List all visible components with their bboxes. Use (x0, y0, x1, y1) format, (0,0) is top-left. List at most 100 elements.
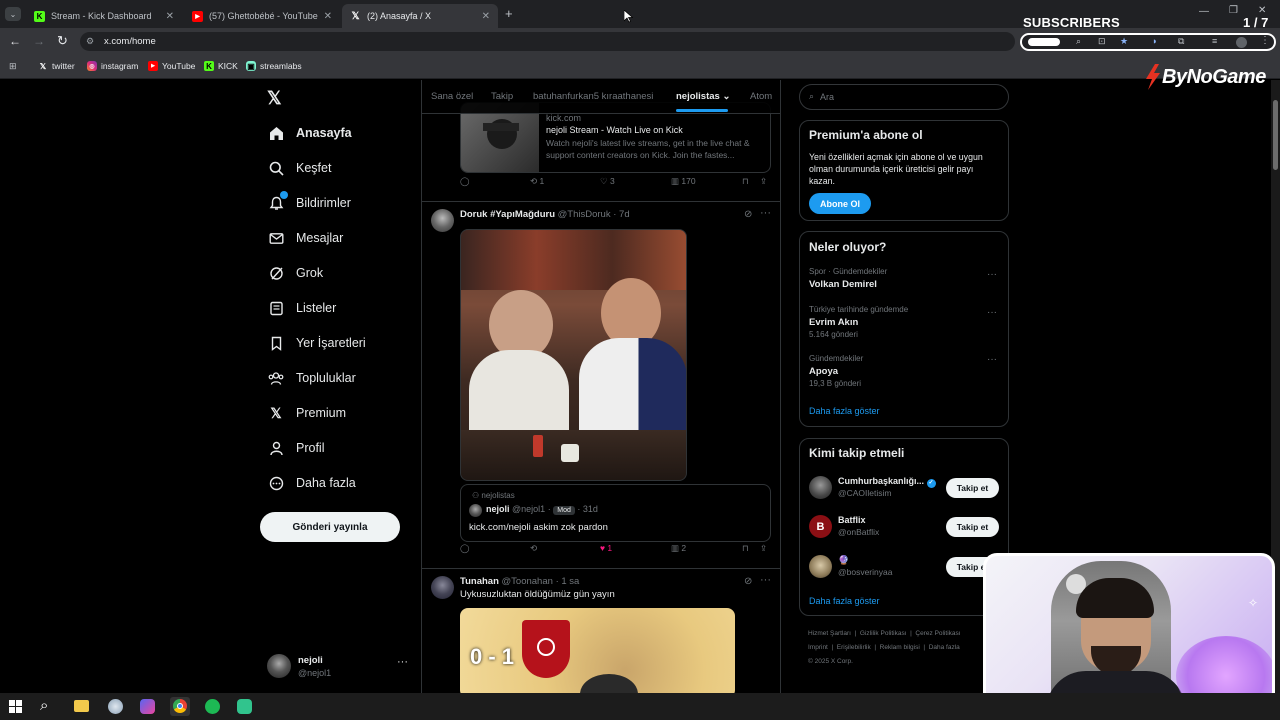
subscribe-button[interactable]: Abone Ol (809, 193, 871, 214)
nav-communities[interactable]: Topluluklar (268, 366, 356, 390)
spotify-icon[interactable] (205, 699, 220, 714)
reload-button[interactable]: ↻ (57, 33, 68, 49)
views-button[interactable]: ▥ 170 (671, 176, 696, 187)
more-icon[interactable]: ··· (760, 574, 771, 586)
bookmark-streamlabs[interactable]: ▣ streamlabs (246, 61, 302, 71)
bookmark-kick[interactable]: K KICK (204, 61, 238, 71)
follow-suggestion[interactable]: B Batflix @onBatflix Takip et (800, 512, 1008, 542)
more-icon[interactable]: ··· (987, 269, 997, 280)
bookmark-star-icon[interactable]: ★ (1120, 36, 1128, 47)
post-time: · 7d (613, 209, 630, 220)
nav-premium[interactable]: 𝕏 Premium (268, 401, 346, 425)
address-field[interactable]: ⚙ x.com/home (80, 32, 1015, 51)
nav-more[interactable]: Daha fazla (268, 471, 356, 495)
nav-home[interactable]: Anasayfa (268, 121, 352, 145)
app-icon[interactable] (140, 699, 155, 714)
windows-taskbar: ⌕ (0, 693, 1280, 720)
post-image[interactable] (460, 229, 687, 481)
close-icon[interactable]: ✕ (482, 11, 490, 22)
grok-icon[interactable]: ⊘ (744, 209, 752, 220)
extension-icon[interactable]: ◗ (1152, 36, 1157, 46)
retweet-icon[interactable]: ⟲ (530, 543, 537, 554)
profile-avatar[interactable] (1236, 37, 1247, 48)
x-logo-icon[interactable]: 𝕏 (267, 88, 282, 109)
file-explorer-icon[interactable] (74, 700, 89, 712)
restore-button[interactable]: ❐ (1229, 5, 1238, 16)
grok-icon[interactable]: ⊘ (744, 576, 752, 587)
more-icon[interactable]: ··· (397, 656, 408, 668)
windows-start-icon[interactable] (9, 700, 22, 713)
zoom-icon[interactable]: ⌕ (1076, 36, 1081, 47)
app-icon[interactable] (237, 699, 252, 714)
forward-button[interactable]: → (33, 34, 45, 48)
who-to-follow-card: Kimi takip etmeli Cumhurbaşkanlığı... ✓ … (799, 438, 1009, 616)
install-icon[interactable]: ⊡ (1098, 36, 1106, 47)
scrollbar-thumb[interactable] (1273, 100, 1278, 170)
tab-nejolistas[interactable]: nejolistas ⌄ (676, 91, 730, 102)
show-more-link[interactable]: Daha fazla göster (809, 596, 880, 606)
nav-explore[interactable]: Keşfet (268, 156, 331, 180)
browser-tab-x[interactable]: 𝕏 (2) Anasayfa / X ✕ (342, 4, 498, 28)
browser-tab-youtube[interactable]: ▶ (57) Ghettobébé - YouTube ✕ (184, 4, 340, 28)
chrome-taskbar-button[interactable] (170, 697, 190, 716)
tab-groups-icon[interactable]: ≡ (1212, 36, 1217, 46)
follow-suggestion[interactable]: 🔮 @bosverinyaa Takip et (800, 552, 1008, 582)
new-tab-button[interactable]: + (505, 6, 513, 21)
like-button[interactable]: ♥ 1 (600, 543, 612, 553)
bookmark-youtube[interactable]: ▶ YouTube (148, 61, 195, 71)
post-button[interactable]: Gönderi yayınla (260, 512, 400, 542)
nav-lists[interactable]: Listeler (268, 296, 336, 320)
retweet-button[interactable]: ⟲ 1 (530, 176, 544, 187)
author-name[interactable]: Tunahan (460, 576, 499, 587)
tab-for-you[interactable]: Sana özel (431, 91, 473, 102)
browser-tab-kick[interactable]: K Stream - Kick Dashboard ✕ (26, 4, 182, 28)
follow-suggestion[interactable]: Cumhurbaşkanlığı... ✓ @CAOIletisim Takip… (800, 473, 1008, 503)
reply-icon[interactable]: ◯ (460, 543, 470, 554)
like-button[interactable]: ♡ 3 (600, 176, 615, 187)
browser-menu-icon[interactable]: ⋮ (1260, 35, 1270, 46)
trend-item[interactable]: Spor · Gündemdekiler Volkan Demirel ··· (800, 264, 1008, 298)
author-name[interactable]: Doruk #YapıMağduru (460, 209, 555, 220)
bookmark-icon[interactable]: ⊓ (742, 543, 749, 554)
avatar[interactable] (431, 209, 454, 232)
bookmark-instagram[interactable]: ◎ instagram (87, 61, 138, 71)
nav-profile[interactable]: Profil (268, 436, 324, 460)
tab-atom[interactable]: Atom (750, 91, 772, 102)
show-more-link[interactable]: Daha fazla göster (809, 406, 880, 416)
bookmark-twitter[interactable]: 𝕏twitter (38, 61, 75, 71)
nav-bookmarks[interactable]: Yer İşaretleri (268, 331, 366, 355)
nav-grok[interactable]: Grok (268, 261, 323, 285)
follow-button[interactable]: Takip et (946, 517, 999, 537)
trend-item[interactable]: Gündemdekiler Apoya 19,3 B gönderi ··· (800, 351, 1008, 391)
follow-button[interactable]: Takip et (946, 478, 999, 498)
post-time: · 1 sa (555, 576, 580, 587)
minimize-button[interactable]: — (1199, 6, 1209, 17)
more-icon[interactable]: ··· (987, 307, 997, 318)
nav-notifications[interactable]: Bildirimler (268, 191, 351, 215)
share-icon[interactable]: ⇪ (760, 543, 767, 554)
post-image[interactable]: 0 - 1 (460, 608, 735, 693)
nav-messages[interactable]: Mesajlar (268, 226, 343, 250)
account-switcher[interactable]: nejoli @nejol1 ··· (264, 650, 414, 684)
tab-community-kiraathanesi[interactable]: batuhanfurkan5 kıraathanesi (533, 91, 653, 102)
app-icon[interactable] (108, 699, 123, 714)
tab-search-button[interactable]: ⌄ (5, 7, 21, 21)
taskbar-search-icon[interactable]: ⌕ (40, 697, 48, 714)
back-button[interactable]: ← (9, 34, 21, 48)
more-icon[interactable]: ··· (760, 207, 771, 219)
avatar[interactable] (431, 576, 454, 599)
puzzle-icon[interactable]: ⧉ (1178, 36, 1184, 47)
reply-icon[interactable]: ◯ (460, 176, 470, 187)
close-icon[interactable]: ✕ (324, 11, 332, 22)
close-icon[interactable]: ✕ (166, 11, 174, 22)
quoted-post[interactable]: ⚇ nejolistas nejoli @nejol1 · Mod · 31d … (460, 484, 771, 542)
trend-item[interactable]: Türkiye tarihinde gündemde Evrim Akın 5.… (800, 302, 1008, 342)
bookmark-icon[interactable]: ⊓ (742, 176, 749, 187)
search-box[interactable]: ⌕ Ara (799, 84, 1009, 110)
tab-following[interactable]: Takip (491, 91, 513, 102)
site-info-icon[interactable]: ⚙ (86, 36, 94, 47)
apps-icon[interactable]: ⊞ (9, 61, 17, 72)
views-button[interactable]: ▥ 2 (671, 543, 686, 554)
more-icon[interactable]: ··· (987, 354, 997, 365)
share-icon[interactable]: ⇪ (760, 176, 767, 187)
